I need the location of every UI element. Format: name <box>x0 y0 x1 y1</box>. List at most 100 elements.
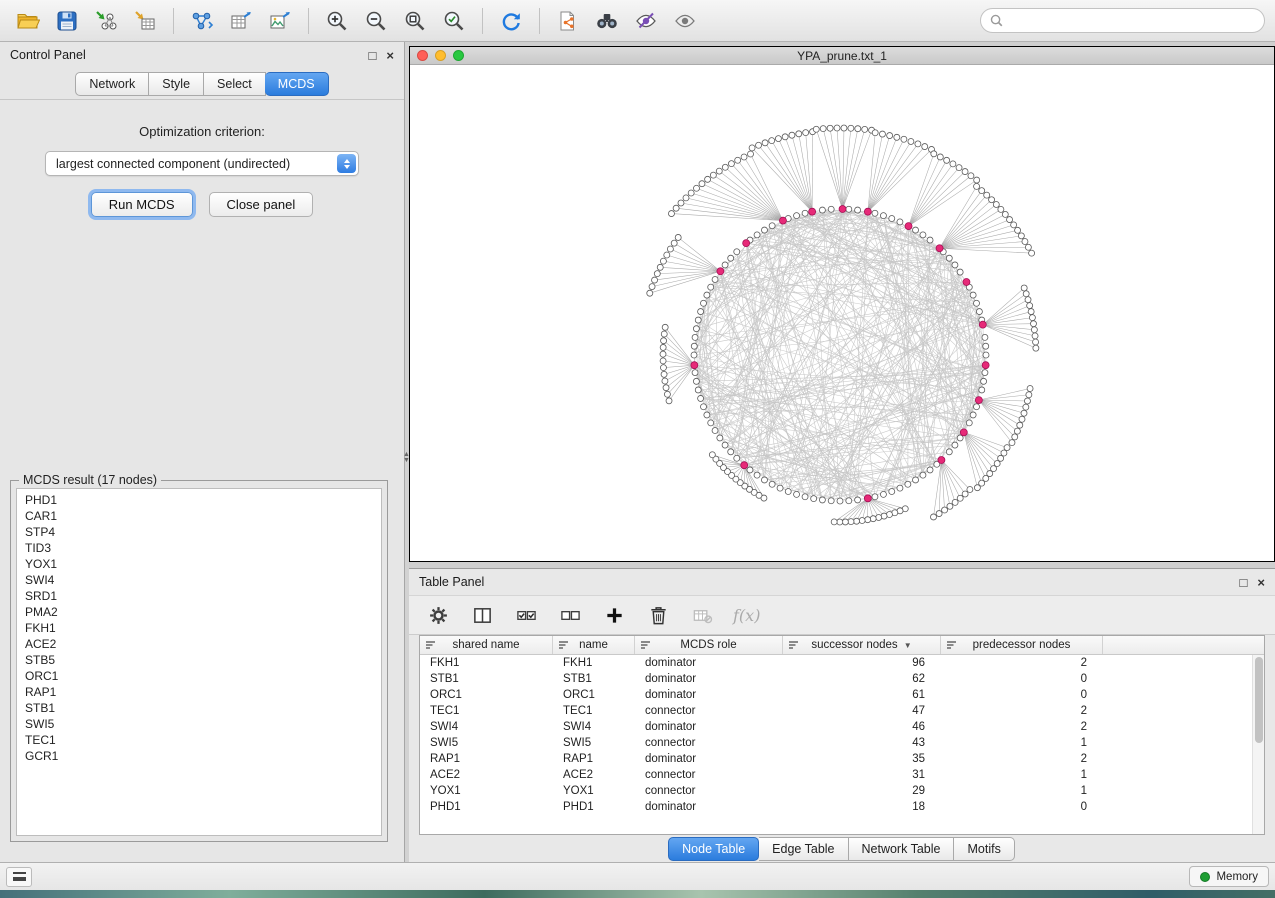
table-cell[interactable]: 62 <box>783 671 941 687</box>
table-cell[interactable]: 43 <box>783 735 941 751</box>
mcds-result-list[interactable]: PHD1CAR1STP4TID3YOX1SWI4SRD1PMA2FKH1ACE2… <box>16 488 382 836</box>
search-input[interactable] <box>1009 14 1255 28</box>
zoom-fit-button[interactable] <box>397 4 433 38</box>
tab-node-table[interactable]: Node Table <box>668 837 759 861</box>
table-cell[interactable]: 2 <box>941 751 1103 767</box>
table-row[interactable]: SWI5SWI5connector431 <box>420 735 1264 751</box>
export-table-button[interactable] <box>223 4 259 38</box>
tab-network-table[interactable]: Network Table <box>849 837 955 861</box>
zoom-selected-button[interactable] <box>436 4 472 38</box>
status-menu-button[interactable] <box>6 867 32 887</box>
table-cell[interactable]: 47 <box>783 703 941 719</box>
table-cell[interactable]: FKH1 <box>553 655 635 671</box>
table-cell[interactable]: 2 <box>941 655 1103 671</box>
table-cell[interactable]: ORC1 <box>553 687 635 703</box>
close-window-button[interactable] <box>417 50 428 61</box>
table-cell[interactable]: 0 <box>941 799 1103 815</box>
panel-splitter[interactable]: ▲▼ <box>405 42 409 862</box>
table-row[interactable]: ORC1ORC1dominator610 <box>420 687 1264 703</box>
table-cell[interactable]: connector <box>635 767 783 783</box>
table-cell[interactable]: TEC1 <box>420 703 553 719</box>
tab-network[interactable]: Network <box>75 72 149 96</box>
table-cell[interactable]: SWI5 <box>420 735 553 751</box>
tab-motifs[interactable]: Motifs <box>954 837 1014 861</box>
export-image-button[interactable] <box>262 4 298 38</box>
table-cell[interactable]: PHD1 <box>553 799 635 815</box>
table-cell[interactable]: dominator <box>635 719 783 735</box>
table-cell[interactable]: SWI4 <box>553 719 635 735</box>
delete-table-button[interactable] <box>689 602 715 628</box>
delete-column-button[interactable] <box>645 602 671 628</box>
table-cell[interactable]: ACE2 <box>420 767 553 783</box>
mcds-result-item[interactable]: FKH1 <box>25 620 381 636</box>
table-row[interactable]: SWI4SWI4dominator462 <box>420 719 1264 735</box>
create-column-button[interactable] <box>601 602 627 628</box>
hide-selected-button[interactable] <box>628 4 664 38</box>
table-row[interactable]: RAP1RAP1dominator352 <box>420 751 1264 767</box>
function-builder-button[interactable]: f(x) <box>733 602 760 628</box>
table-cell[interactable]: YOX1 <box>553 783 635 799</box>
table-cell[interactable]: 0 <box>941 671 1103 687</box>
table-cell[interactable]: 29 <box>783 783 941 799</box>
run-mcds-button[interactable]: Run MCDS <box>91 192 193 217</box>
table-cell[interactable]: 0 <box>941 687 1103 703</box>
table-row[interactable]: PHD1PHD1dominator180 <box>420 799 1264 815</box>
table-cell[interactable]: 31 <box>783 767 941 783</box>
search-box[interactable] <box>980 8 1265 33</box>
mcds-result-item[interactable]: GCR1 <box>25 748 381 764</box>
tab-mcds[interactable]: MCDS <box>265 72 329 96</box>
mcds-result-item[interactable]: ACE2 <box>25 636 381 652</box>
table-cell[interactable]: FKH1 <box>420 655 553 671</box>
table-cell[interactable]: SWI5 <box>553 735 635 751</box>
table-cell[interactable]: RAP1 <box>553 751 635 767</box>
apply-layout-button[interactable] <box>493 4 529 38</box>
import-table-button[interactable] <box>127 4 163 38</box>
table-cell[interactable]: YOX1 <box>420 783 553 799</box>
open-session-button[interactable] <box>10 4 46 38</box>
table-cell[interactable]: 2 <box>941 703 1103 719</box>
mcds-result-item[interactable]: CAR1 <box>25 508 381 524</box>
table-row[interactable]: YOX1YOX1connector291 <box>420 783 1264 799</box>
table-cell[interactable]: 35 <box>783 751 941 767</box>
table-cell[interactable]: ORC1 <box>420 687 553 703</box>
scrollbar-thumb[interactable] <box>1255 657 1263 743</box>
close-panel-button[interactable]: Close panel <box>209 192 314 217</box>
table-cell[interactable]: PHD1 <box>420 799 553 815</box>
table-cell[interactable]: 18 <box>783 799 941 815</box>
tab-edge-table[interactable]: Edge Table <box>759 837 848 861</box>
table-cell[interactable]: TEC1 <box>553 703 635 719</box>
table-cell[interactable]: 1 <box>941 783 1103 799</box>
column-header-predecessor-nodes[interactable]: predecessor nodes <box>941 636 1103 654</box>
table-cell[interactable]: 46 <box>783 719 941 735</box>
table-cell[interactable]: RAP1 <box>420 751 553 767</box>
memory-button[interactable]: Memory <box>1189 866 1269 887</box>
show-all-button[interactable] <box>667 4 703 38</box>
zoom-out-button[interactable] <box>358 4 394 38</box>
column-header-MCDS-role[interactable]: MCDS role <box>635 636 783 654</box>
mcds-result-item[interactable]: PMA2 <box>25 604 381 620</box>
table-cell[interactable]: 1 <box>941 735 1103 751</box>
table-cell[interactable]: SWI4 <box>420 719 553 735</box>
table-cell[interactable]: connector <box>635 735 783 751</box>
table-settings-button[interactable] <box>425 602 451 628</box>
mcds-result-item[interactable]: TID3 <box>25 540 381 556</box>
network-graph[interactable] <box>410 65 1274 561</box>
tab-select[interactable]: Select <box>204 72 266 96</box>
mcds-result-item[interactable]: PHD1 <box>25 492 381 508</box>
mcds-result-item[interactable]: SWI4 <box>25 572 381 588</box>
mcds-result-item[interactable]: STB1 <box>25 700 381 716</box>
table-cell[interactable]: connector <box>635 703 783 719</box>
table-row[interactable]: STB1STB1dominator620 <box>420 671 1264 687</box>
mcds-result-item[interactable]: ORC1 <box>25 668 381 684</box>
splitter-arrows-icon[interactable]: ▲▼ <box>403 452 410 464</box>
table-cell[interactable]: ACE2 <box>553 767 635 783</box>
table-cell[interactable]: connector <box>635 783 783 799</box>
column-header-successor-nodes[interactable]: successor nodes▼ <box>783 636 941 654</box>
table-scrollbar[interactable] <box>1252 655 1264 834</box>
table-cell[interactable]: dominator <box>635 751 783 767</box>
column-header-shared-name[interactable]: shared name <box>420 636 553 654</box>
table-cell[interactable]: 96 <box>783 655 941 671</box>
mcds-result-item[interactable]: YOX1 <box>25 556 381 572</box>
minimize-window-button[interactable] <box>435 50 446 61</box>
mcds-result-item[interactable]: RAP1 <box>25 684 381 700</box>
